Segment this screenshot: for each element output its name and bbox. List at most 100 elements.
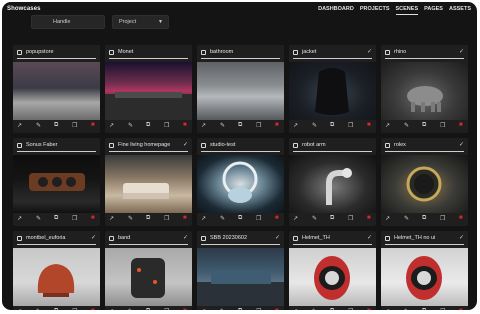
edit-pencil-icon[interactable]: ✎	[128, 215, 133, 222]
trash-icon[interactable]: ■	[183, 122, 187, 128]
duplicate-icon[interactable]: ❐	[164, 215, 169, 222]
trash-icon[interactable]: ■	[367, 122, 371, 128]
duplicate-icon[interactable]: ❐	[256, 308, 261, 310]
trash-icon[interactable]: ■	[367, 215, 371, 221]
copy-icon[interactable]: ⧉	[238, 122, 242, 129]
copy-icon[interactable]: ⧉	[54, 122, 58, 129]
edit-pencil-icon[interactable]: ✎	[36, 215, 41, 222]
open-external-icon[interactable]: ↗	[293, 215, 298, 222]
project-select[interactable]: Project ▼	[112, 15, 169, 29]
scene-thumbnail[interactable]	[197, 62, 284, 120]
open-external-icon[interactable]: ↗	[201, 308, 206, 310]
handle-input[interactable]: Handle	[31, 15, 105, 29]
open-external-icon[interactable]: ↗	[293, 122, 298, 129]
scene-thumbnail[interactable]	[105, 248, 192, 306]
open-external-icon[interactable]: ↗	[385, 308, 390, 310]
edit-pencil-icon[interactable]: ✎	[220, 308, 225, 310]
scene-card[interactable]: Helmet_TH no ui ✓ ↗ ✎ ⧉ ❐ ■	[381, 231, 468, 310]
select-checkbox[interactable]	[385, 50, 390, 55]
scene-thumbnail[interactable]	[289, 62, 376, 120]
duplicate-icon[interactable]: ❐	[348, 122, 353, 129]
scene-card[interactable]: Monet ↗ ✎ ⧉ ❐ ■	[105, 45, 192, 133]
edit-pencil-icon[interactable]: ✎	[128, 122, 133, 129]
open-external-icon[interactable]: ↗	[201, 122, 206, 129]
scene-card[interactable]: SBB 20230602 ✓ ↗ ✎ ⧉ ❐ ■	[197, 231, 284, 310]
duplicate-icon[interactable]: ❐	[440, 308, 445, 310]
copy-icon[interactable]: ⧉	[146, 308, 150, 310]
open-external-icon[interactable]: ↗	[17, 308, 22, 310]
trash-icon[interactable]: ■	[275, 308, 279, 310]
edit-pencil-icon[interactable]: ✎	[312, 308, 317, 310]
copy-icon[interactable]: ⧉	[54, 308, 58, 310]
scene-thumbnail[interactable]	[381, 62, 468, 120]
edit-pencil-icon[interactable]: ✎	[404, 122, 409, 129]
duplicate-icon[interactable]: ❐	[164, 122, 169, 129]
duplicate-icon[interactable]: ❐	[72, 215, 77, 222]
open-external-icon[interactable]: ↗	[385, 215, 390, 222]
trash-icon[interactable]: ■	[91, 122, 95, 128]
trash-icon[interactable]: ■	[275, 215, 279, 221]
trash-icon[interactable]: ■	[367, 308, 371, 310]
scene-thumbnail[interactable]	[197, 155, 284, 213]
copy-icon[interactable]: ⧉	[146, 122, 150, 129]
edit-pencil-icon[interactable]: ✎	[220, 122, 225, 129]
nav-projects[interactable]: PROJECTS	[360, 4, 390, 15]
trash-icon[interactable]: ■	[91, 308, 95, 310]
scene-thumbnail[interactable]	[289, 155, 376, 213]
copy-icon[interactable]: ⧉	[146, 215, 150, 222]
edit-pencil-icon[interactable]: ✎	[404, 308, 409, 310]
select-checkbox[interactable]	[109, 50, 114, 55]
scene-card[interactable]: studio-test ↗ ✎ ⧉ ❐ ■	[197, 138, 284, 226]
nav-pages[interactable]: PAGES	[424, 4, 443, 15]
copy-icon[interactable]: ⧉	[422, 215, 426, 222]
scene-card[interactable]: robot arm ↗ ✎ ⧉ ❐ ■	[289, 138, 376, 226]
select-checkbox[interactable]	[201, 143, 206, 148]
open-external-icon[interactable]: ↗	[201, 215, 206, 222]
scene-thumbnail[interactable]	[13, 62, 100, 120]
scene-thumbnail[interactable]	[13, 155, 100, 213]
copy-icon[interactable]: ⧉	[238, 215, 242, 222]
trash-icon[interactable]: ■	[183, 215, 187, 221]
scene-card[interactable]: montbel_euforia ✓ ↗ ✎ ⧉ ❐ ■	[13, 231, 100, 310]
copy-icon[interactable]: ⧉	[54, 215, 58, 222]
scene-thumbnail[interactable]	[197, 248, 284, 306]
scene-card[interactable]: band ✓ ↗ ✎ ⧉ ❐ ■	[105, 231, 192, 310]
open-external-icon[interactable]: ↗	[17, 215, 22, 222]
open-external-icon[interactable]: ↗	[17, 122, 22, 129]
duplicate-icon[interactable]: ❐	[256, 122, 261, 129]
edit-pencil-icon[interactable]: ✎	[36, 308, 41, 310]
scene-card[interactable]: rolex ✓ ↗ ✎ ⧉ ❐ ■	[381, 138, 468, 226]
nav-scenes[interactable]: SCENES	[395, 4, 419, 15]
select-checkbox[interactable]	[293, 143, 298, 148]
duplicate-icon[interactable]: ❐	[440, 215, 445, 222]
select-checkbox[interactable]	[201, 50, 206, 55]
scene-thumbnail[interactable]	[105, 155, 192, 213]
scene-card[interactable]: bathroom ↗ ✎ ⧉ ❐ ■	[197, 45, 284, 133]
edit-pencil-icon[interactable]: ✎	[312, 215, 317, 222]
duplicate-icon[interactable]: ❐	[440, 122, 445, 129]
duplicate-icon[interactable]: ❐	[348, 215, 353, 222]
trash-icon[interactable]: ■	[275, 122, 279, 128]
select-checkbox[interactable]	[109, 143, 114, 148]
select-checkbox[interactable]	[385, 236, 390, 241]
select-checkbox[interactable]	[17, 143, 22, 148]
select-checkbox[interactable]	[201, 236, 206, 241]
select-checkbox[interactable]	[17, 50, 22, 55]
select-checkbox[interactable]	[385, 143, 390, 148]
select-checkbox[interactable]	[17, 236, 22, 241]
trash-icon[interactable]: ■	[459, 215, 463, 221]
scene-thumbnail[interactable]	[381, 155, 468, 213]
select-checkbox[interactable]	[293, 236, 298, 241]
nav-assets[interactable]: ASSETS	[449, 4, 471, 15]
scene-thumbnail[interactable]	[289, 248, 376, 306]
select-checkbox[interactable]	[293, 50, 298, 55]
scene-thumbnail[interactable]	[105, 62, 192, 120]
copy-icon[interactable]: ⧉	[330, 308, 334, 310]
copy-icon[interactable]: ⧉	[330, 215, 334, 222]
trash-icon[interactable]: ■	[459, 122, 463, 128]
scene-card[interactable]: popupstore ↗ ✎ ⧉ ❐ ■	[13, 45, 100, 133]
edit-pencil-icon[interactable]: ✎	[220, 215, 225, 222]
duplicate-icon[interactable]: ❐	[348, 308, 353, 310]
scene-card[interactable]: Fine living homepage ✓ ↗ ✎ ⧉ ❐ ■	[105, 138, 192, 226]
scene-card[interactable]: Sonus Faber ↗ ✎ ⧉ ❐ ■	[13, 138, 100, 226]
